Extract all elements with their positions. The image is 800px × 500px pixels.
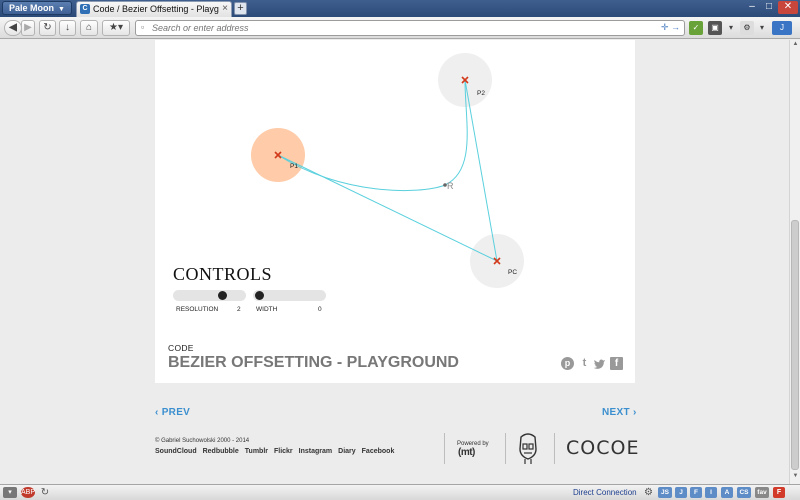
label-r: R bbox=[447, 181, 454, 191]
pinterest-icon[interactable]: p bbox=[561, 357, 574, 370]
width-slider[interactable] bbox=[253, 290, 326, 301]
slider-knob[interactable] bbox=[255, 291, 264, 300]
tab-title: Code / Bezier Offsetting - Playground... bbox=[93, 4, 219, 14]
mediatemple-logo[interactable]: (mt) bbox=[458, 447, 475, 458]
scroll-up-icon[interactable]: ▲ bbox=[791, 41, 800, 50]
connection-status: Direct Connection bbox=[573, 488, 637, 497]
prev-link[interactable]: ‹ PREV bbox=[155, 407, 190, 418]
addons-icon[interactable]: ▾ bbox=[3, 487, 17, 498]
badge-cs[interactable]: CS bbox=[737, 487, 751, 498]
label-p1: P1 bbox=[290, 163, 298, 170]
vertical-scrollbar[interactable]: ▲ ▼ bbox=[789, 40, 800, 484]
slider-knob[interactable] bbox=[218, 291, 227, 300]
home-button[interactable]: ⌂ bbox=[80, 20, 98, 36]
footer-link-soundcloud[interactable]: SoundCloud bbox=[155, 448, 197, 455]
account-icon[interactable]: J bbox=[772, 21, 792, 35]
status-bar: ▾ ABP ↻ Direct Connection ⚙ JS J F I A C… bbox=[0, 484, 800, 500]
footer-link-tumblr[interactable]: Tumblr bbox=[245, 448, 268, 455]
new-tab-button[interactable]: + bbox=[234, 2, 247, 15]
page-viewport: P1 P2 PC R CONTROLS RESOLUTION 2 WIDTH 0… bbox=[0, 40, 789, 484]
cocoe-logo[interactable]: COCOE bbox=[566, 437, 639, 459]
url-bar[interactable]: ▫ ✛ → bbox=[135, 20, 685, 36]
adblock-icon[interactable]: ABP bbox=[21, 487, 35, 498]
forward-button[interactable]: ▶ bbox=[21, 20, 35, 36]
badge-i[interactable]: I bbox=[705, 487, 717, 498]
control-line-p1-pc bbox=[277, 154, 498, 262]
page-icon: ▫ bbox=[141, 22, 145, 32]
bookmarks-button[interactable]: ★▾ bbox=[102, 20, 130, 36]
next-link[interactable]: NEXT › bbox=[602, 407, 637, 418]
badge-js[interactable]: JS bbox=[658, 487, 672, 498]
app-menu-label: Pale Moon bbox=[9, 3, 55, 13]
scroll-down-icon[interactable]: ▼ bbox=[791, 473, 800, 482]
chevron-down-icon[interactable]: ▾ bbox=[726, 21, 736, 35]
gear-icon[interactable]: ⚙ bbox=[643, 487, 654, 498]
resolution-slider[interactable] bbox=[173, 290, 246, 301]
reload-button[interactable]: ↻ bbox=[39, 20, 56, 36]
footer-links: SoundCloud Redbubble Tumblr Flickr Insta… bbox=[155, 448, 394, 455]
favicon-icon: C bbox=[80, 4, 90, 14]
badge-fav[interactable]: fav bbox=[755, 487, 769, 498]
twitter-icon[interactable] bbox=[593, 357, 606, 370]
face-logo-icon[interactable] bbox=[516, 433, 540, 465]
label-p2: P2 bbox=[477, 90, 485, 97]
page-title: BEZIER OFFSETTING - PLAYGROUND bbox=[168, 354, 459, 371]
sync-icon[interactable]: ↻ bbox=[39, 487, 51, 498]
back-button[interactable]: ◀ bbox=[4, 20, 22, 36]
divider bbox=[444, 433, 445, 464]
width-label: WIDTH bbox=[256, 306, 278, 313]
close-tab-icon[interactable]: × bbox=[222, 3, 228, 14]
extension-icon[interactable]: ✓ bbox=[689, 21, 703, 35]
flashblock-icon[interactable]: F bbox=[773, 487, 785, 498]
resolution-label: RESOLUTION bbox=[176, 306, 219, 313]
bezier-canvas[interactable]: P1 P2 PC R bbox=[155, 40, 635, 290]
download-button[interactable]: ↓ bbox=[59, 20, 76, 36]
footer-link-diary[interactable]: Diary bbox=[338, 448, 356, 455]
control-line-p2-pc bbox=[464, 79, 498, 262]
footer-link-facebook[interactable]: Facebook bbox=[362, 448, 395, 455]
close-window-icon[interactable]: ✕ bbox=[778, 1, 798, 14]
footer-link-instagram[interactable]: Instagram bbox=[299, 448, 332, 455]
chevron-down-icon[interactable]: ▾ bbox=[757, 21, 767, 35]
facebook-icon[interactable]: f bbox=[610, 357, 623, 370]
badge-j[interactable]: J bbox=[675, 487, 687, 498]
category-label: CODE bbox=[168, 343, 194, 353]
footer-link-flickr[interactable]: Flickr bbox=[274, 448, 293, 455]
tumblr-icon[interactable]: t bbox=[578, 357, 591, 370]
divider bbox=[554, 433, 555, 464]
screenshot-icon[interactable]: ▣ bbox=[708, 21, 722, 35]
minimize-icon[interactable]: – bbox=[744, 1, 760, 14]
browser-tab[interactable]: C Code / Bezier Offsetting - Playground.… bbox=[76, 1, 232, 17]
url-go-icon[interactable]: ✛ → bbox=[661, 22, 680, 33]
resolution-value: 2 bbox=[237, 306, 241, 313]
controls-title: CONTROLS bbox=[173, 264, 273, 284]
scroll-thumb[interactable] bbox=[791, 220, 799, 470]
bezier-curve bbox=[277, 79, 468, 192]
badge-f[interactable]: F bbox=[690, 487, 702, 498]
url-input[interactable] bbox=[152, 22, 632, 34]
copyright: © Gabriel Suchowolski 2000 - 2014 bbox=[155, 438, 250, 444]
navigation-toolbar: ◀ ▶ ↻ ↓ ⌂ ★▾ ▫ ✛ → ✓ ▣ ▾ ⚙ ▾ J bbox=[0, 17, 800, 39]
width-value: 0 bbox=[318, 306, 322, 313]
footer-link-redbubble[interactable]: Redbubble bbox=[203, 448, 239, 455]
maximize-icon[interactable]: □ bbox=[761, 1, 777, 14]
chevron-down-icon: ▼ bbox=[58, 6, 65, 13]
label-pc: PC bbox=[508, 269, 517, 276]
content-card: P1 P2 PC R CONTROLS RESOLUTION 2 WIDTH 0… bbox=[155, 40, 635, 383]
tab-bar: Pale Moon ▼ C Code / Bezier Offsetting - … bbox=[0, 0, 800, 17]
badge-a[interactable]: A bbox=[721, 487, 733, 498]
divider bbox=[505, 433, 506, 464]
tools-icon[interactable]: ⚙ bbox=[740, 21, 754, 35]
app-menu-button[interactable]: Pale Moon ▼ bbox=[2, 1, 72, 15]
